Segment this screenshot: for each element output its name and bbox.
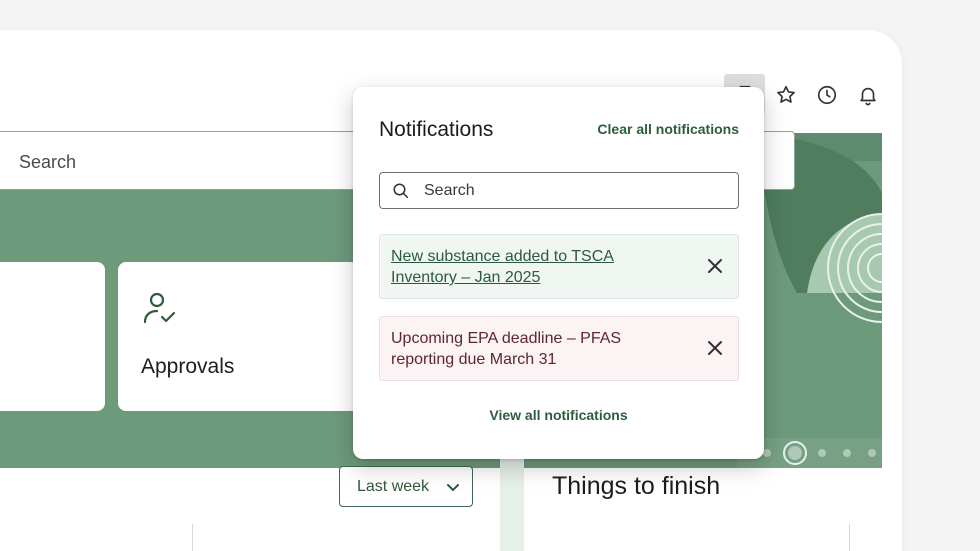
divider (192, 524, 193, 551)
clock-icon (817, 85, 836, 104)
search-placeholder: Search (424, 182, 475, 199)
view-all-link[interactable]: View all notifications (353, 407, 764, 423)
notification-item: Upcoming EPA deadline – PFAS reporting d… (379, 316, 739, 381)
recent-button[interactable] (806, 74, 847, 115)
section-title: Things to finish (552, 472, 721, 500)
notification-link[interactable]: New substance added to TSCA Inventory – … (391, 246, 671, 288)
notifications-title: Notifications (379, 118, 494, 141)
bell-icon (859, 87, 876, 105)
notifications-button[interactable] (847, 74, 888, 115)
date-range-value: Last week (357, 477, 430, 495)
card-partial[interactable] (0, 262, 105, 411)
date-range-select[interactable]: Last week (339, 466, 473, 507)
approvals-label: Approvals (141, 355, 235, 378)
favorites-button[interactable] (765, 74, 806, 115)
close-icon[interactable] (706, 257, 724, 275)
clear-all-link[interactable]: Clear all notifications (597, 121, 739, 137)
hero-search-placeholder: Search (19, 152, 77, 172)
user-check-icon (143, 292, 176, 324)
close-icon[interactable] (706, 339, 724, 357)
divider (849, 524, 850, 551)
side-strip (500, 459, 524, 551)
notifications-popover: Notifications Clear all notifications Se… (353, 87, 764, 459)
approvals-card[interactable]: Approvals (118, 262, 378, 411)
chevron-down-icon (447, 484, 459, 492)
search-icon (393, 183, 409, 199)
notification-text: Upcoming EPA deadline – PFAS reporting d… (391, 330, 622, 368)
notifications-search-input[interactable]: Search (379, 172, 739, 209)
star-icon (776, 85, 795, 103)
notification-item: New substance added to TSCA Inventory – … (379, 234, 739, 299)
search-icon (0, 152, 1, 170)
